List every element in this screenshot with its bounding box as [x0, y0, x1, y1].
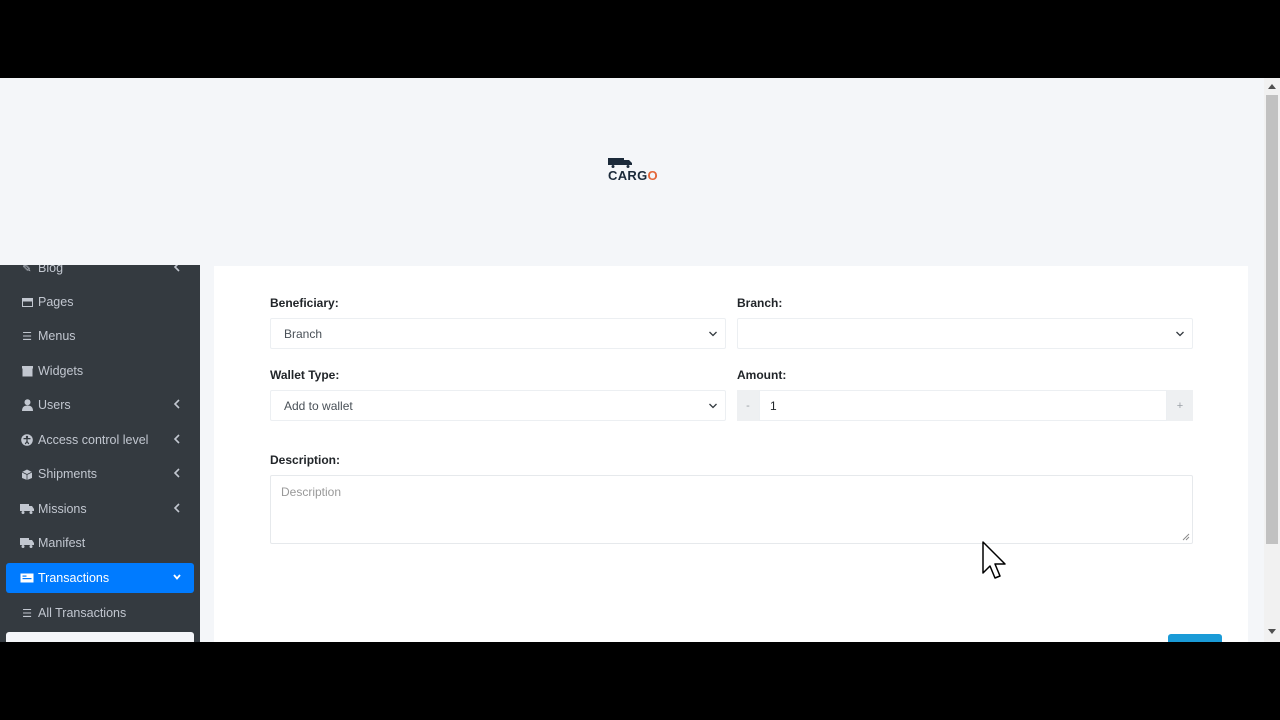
sidebar-item-shipments[interactable]: Shipments	[6, 459, 194, 489]
cargo-logo[interactable]: CARGO	[606, 156, 660, 188]
scroll-up-arrow-icon[interactable]	[1268, 83, 1276, 89]
beneficiary-label: Beneficiary:	[270, 296, 339, 310]
sidebar-item-label: Access control level	[38, 433, 149, 447]
chevron-down-icon	[173, 574, 181, 580]
description-label: Description:	[270, 453, 341, 467]
chevron-left-icon	[173, 468, 180, 478]
sidebar-item-label: Users	[38, 398, 71, 412]
blog-icon: ✎	[22, 265, 32, 275]
sidebar-item-widgets[interactable]: Widgets	[6, 356, 194, 386]
scrollbar-thumb[interactable]	[1266, 95, 1278, 544]
beneficiary-select[interactable]: Branch	[270, 318, 726, 349]
sidebar-item-label: Menus	[38, 329, 76, 343]
sidebar-item-transactions[interactable]: Transactions	[6, 563, 194, 593]
chevron-left-icon	[173, 434, 180, 444]
scroll-down-arrow-icon[interactable]	[1268, 629, 1276, 635]
submit-button[interactable]	[1168, 634, 1222, 642]
beneficiary-value: Branch	[284, 326, 323, 341]
page-scrollbar[interactable]	[1264, 78, 1280, 642]
chevron-down-icon	[1176, 331, 1184, 337]
sidebar-item-users[interactable]: Users	[6, 390, 194, 420]
transaction-form-card: Beneficiary: Branch Branch: Wallet Type:…	[214, 266, 1248, 642]
chevron-left-icon	[173, 265, 180, 272]
list-icon: ☰	[22, 330, 32, 343]
sidebar-item-label: Shipments	[38, 467, 98, 481]
sidebar-item-missions[interactable]: Missions	[6, 494, 194, 524]
chevron-down-icon	[709, 331, 717, 337]
chevron-left-icon	[173, 399, 180, 409]
box-icon	[20, 469, 34, 480]
widgets-icon	[20, 365, 34, 377]
sidebar-item-all-transactions[interactable]: ☰ All Transactions	[6, 598, 194, 628]
pages-icon	[20, 297, 34, 307]
user-icon	[20, 399, 34, 411]
logo-text: CARGO	[608, 168, 658, 183]
header-area: CARGO	[0, 78, 1264, 265]
chevron-down-icon	[709, 403, 717, 409]
sidebar-item-label: Pages	[38, 295, 74, 309]
list-icon: ☰	[22, 607, 32, 620]
sidebar-item-label: Manifest	[38, 536, 86, 550]
chevron-left-icon	[173, 503, 180, 513]
browser-viewport: CARGO ✎ Blog Pages ☰ Menus Widgets Users…	[0, 78, 1280, 642]
sidebar-item-blog[interactable]: ✎ Blog	[6, 265, 194, 283]
wallet-type-label: Wallet Type:	[270, 368, 340, 382]
amount-stepper: - 1 +	[737, 390, 1193, 421]
sidebar-item-label: Missions	[38, 502, 87, 516]
money-icon	[20, 573, 34, 583]
sidebar-item-label: Widgets	[38, 364, 84, 378]
sidebar-item-label: All Transactions	[38, 606, 127, 620]
wallet-type-select[interactable]: Add to wallet	[270, 390, 726, 421]
truck-icon	[20, 504, 34, 514]
description-placeholder: Description	[281, 485, 342, 499]
wallet-type-value: Add to wallet	[284, 398, 353, 413]
sidebar-item-label: Transactions	[38, 571, 110, 585]
amount-label: Amount:	[737, 368, 787, 382]
resize-handle-icon[interactable]	[1182, 533, 1190, 541]
mouse-cursor-icon	[982, 541, 1006, 579]
sidebar-item-manifest[interactable]: Manifest	[6, 528, 194, 558]
branch-label: Branch:	[737, 296, 783, 310]
increment-button[interactable]: +	[1167, 390, 1193, 421]
description-textarea[interactable]: Description	[270, 475, 1193, 544]
sidebar-next-item[interactable]	[6, 632, 194, 642]
sidebar-item-label: Blog	[38, 265, 64, 275]
sidebar-item-access-control[interactable]: Access control level	[6, 425, 194, 455]
sidebar: ✎ Blog Pages ☰ Menus Widgets Users Acces…	[0, 265, 200, 642]
universal-access-icon	[20, 434, 34, 446]
sidebar-item-menus[interactable]: ☰ Menus	[6, 321, 194, 351]
branch-select[interactable]	[737, 318, 1193, 349]
truck-icon	[20, 538, 34, 548]
decrement-button[interactable]: -	[737, 390, 759, 421]
truck-logo-icon	[608, 158, 632, 168]
sidebar-item-pages[interactable]: Pages	[6, 287, 194, 317]
amount-input[interactable]: 1	[759, 390, 1167, 421]
